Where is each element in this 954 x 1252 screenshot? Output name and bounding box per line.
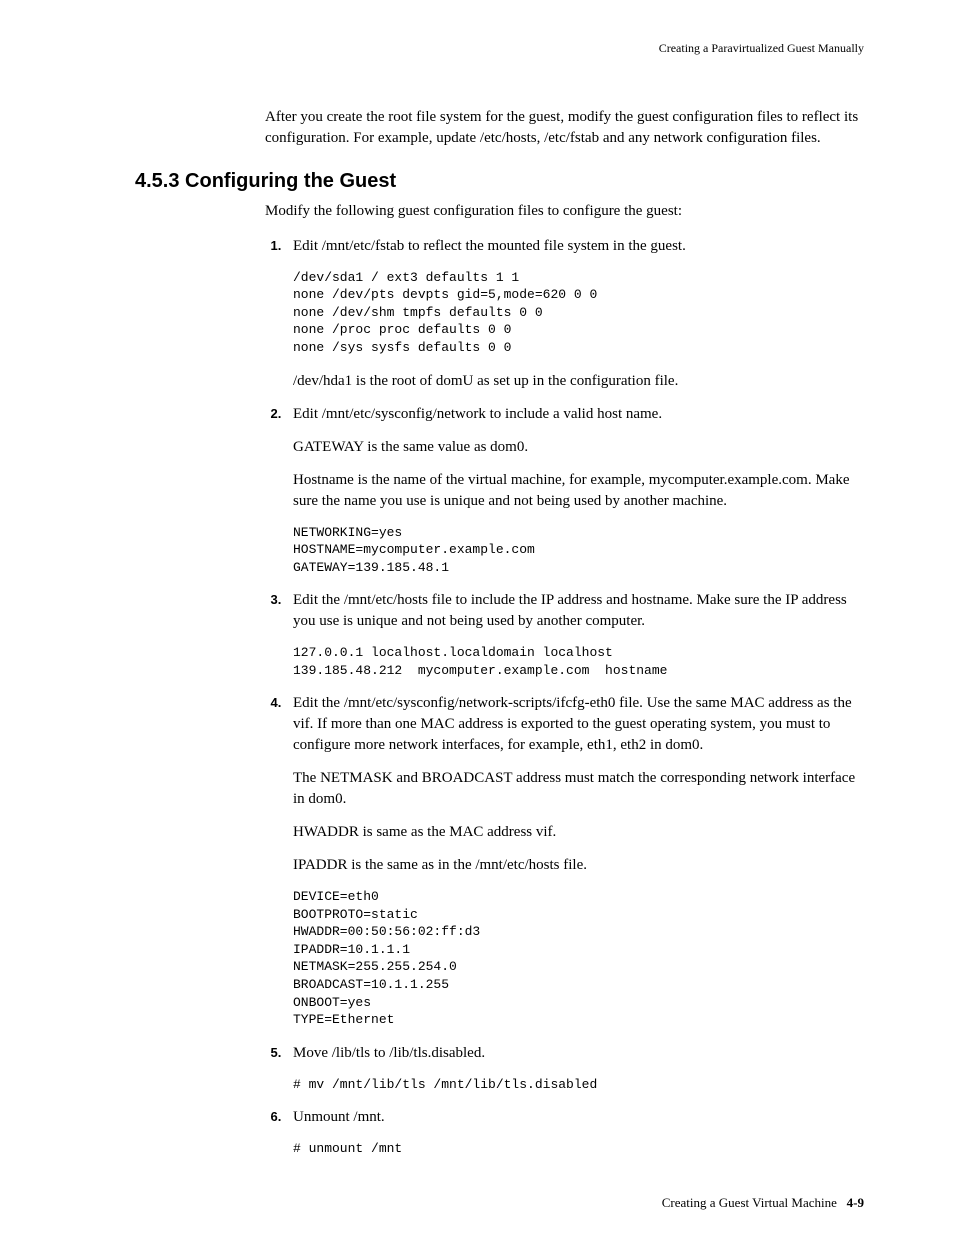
step-para: Hostname is the name of the virtual mach…	[293, 470, 864, 512]
step-text: Move /lib/tls to /lib/tls.disabled.	[293, 1043, 864, 1064]
intro-paragraph: After you create the root file system fo…	[265, 107, 864, 149]
step-list: Edit /mnt/etc/fstab to reflect the mount…	[265, 236, 864, 1158]
code-block: DEVICE=eth0 BOOTPROTO=static HWADDR=00:5…	[293, 888, 864, 1028]
code-block: # unmount /mnt	[293, 1140, 864, 1158]
code-block: /dev/sda1 / ext3 defaults 1 1 none /dev/…	[293, 269, 864, 357]
step-1: Edit /mnt/etc/fstab to reflect the mount…	[285, 236, 864, 392]
step-text: Edit the /mnt/etc/sysconfig/network-scri…	[293, 693, 864, 756]
step-para: IPADDR is the same as in the /mnt/etc/ho…	[293, 855, 864, 876]
step-4: Edit the /mnt/etc/sysconfig/network-scri…	[285, 693, 864, 1028]
code-block: # mv /mnt/lib/tls /mnt/lib/tls.disabled	[293, 1076, 864, 1094]
step-text: Edit /mnt/etc/sysconfig/network to inclu…	[293, 404, 864, 425]
section-heading: 4.5.3 Configuring the Guest	[135, 167, 864, 195]
step-text: Unmount /mnt.	[293, 1107, 864, 1128]
step-para: The NETMASK and BROADCAST address must m…	[293, 768, 864, 810]
step-5: Move /lib/tls to /lib/tls.disabled. # mv…	[285, 1043, 864, 1094]
footer-pagenum: 4-9	[847, 1195, 864, 1210]
step-after: /dev/hda1 is the root of domU as set up …	[293, 371, 864, 392]
step-6: Unmount /mnt. # unmount /mnt	[285, 1107, 864, 1158]
step-3: Edit the /mnt/etc/hosts file to include …	[285, 590, 864, 679]
section-intro: Modify the following guest configuration…	[265, 201, 864, 222]
step-para: GATEWAY is the same value as dom0.	[293, 437, 864, 458]
code-block: 127.0.0.1 localhost.localdomain localhos…	[293, 644, 864, 679]
code-block: NETWORKING=yes HOSTNAME=mycomputer.examp…	[293, 524, 864, 577]
step-text: Edit /mnt/etc/fstab to reflect the mount…	[293, 236, 864, 257]
footer-title: Creating a Guest Virtual Machine	[662, 1195, 837, 1210]
page-footer: Creating a Guest Virtual Machine 4-9	[135, 1194, 864, 1212]
step-2: Edit /mnt/etc/sysconfig/network to inclu…	[285, 404, 864, 577]
page-header-right: Creating a Paravirtualized Guest Manuall…	[135, 40, 864, 57]
section-title: Configuring the Guest	[185, 170, 396, 192]
step-para: HWADDR is same as the MAC address vif.	[293, 822, 864, 843]
section-number: 4.5.3	[135, 170, 179, 192]
step-text: Edit the /mnt/etc/hosts file to include …	[293, 590, 864, 632]
